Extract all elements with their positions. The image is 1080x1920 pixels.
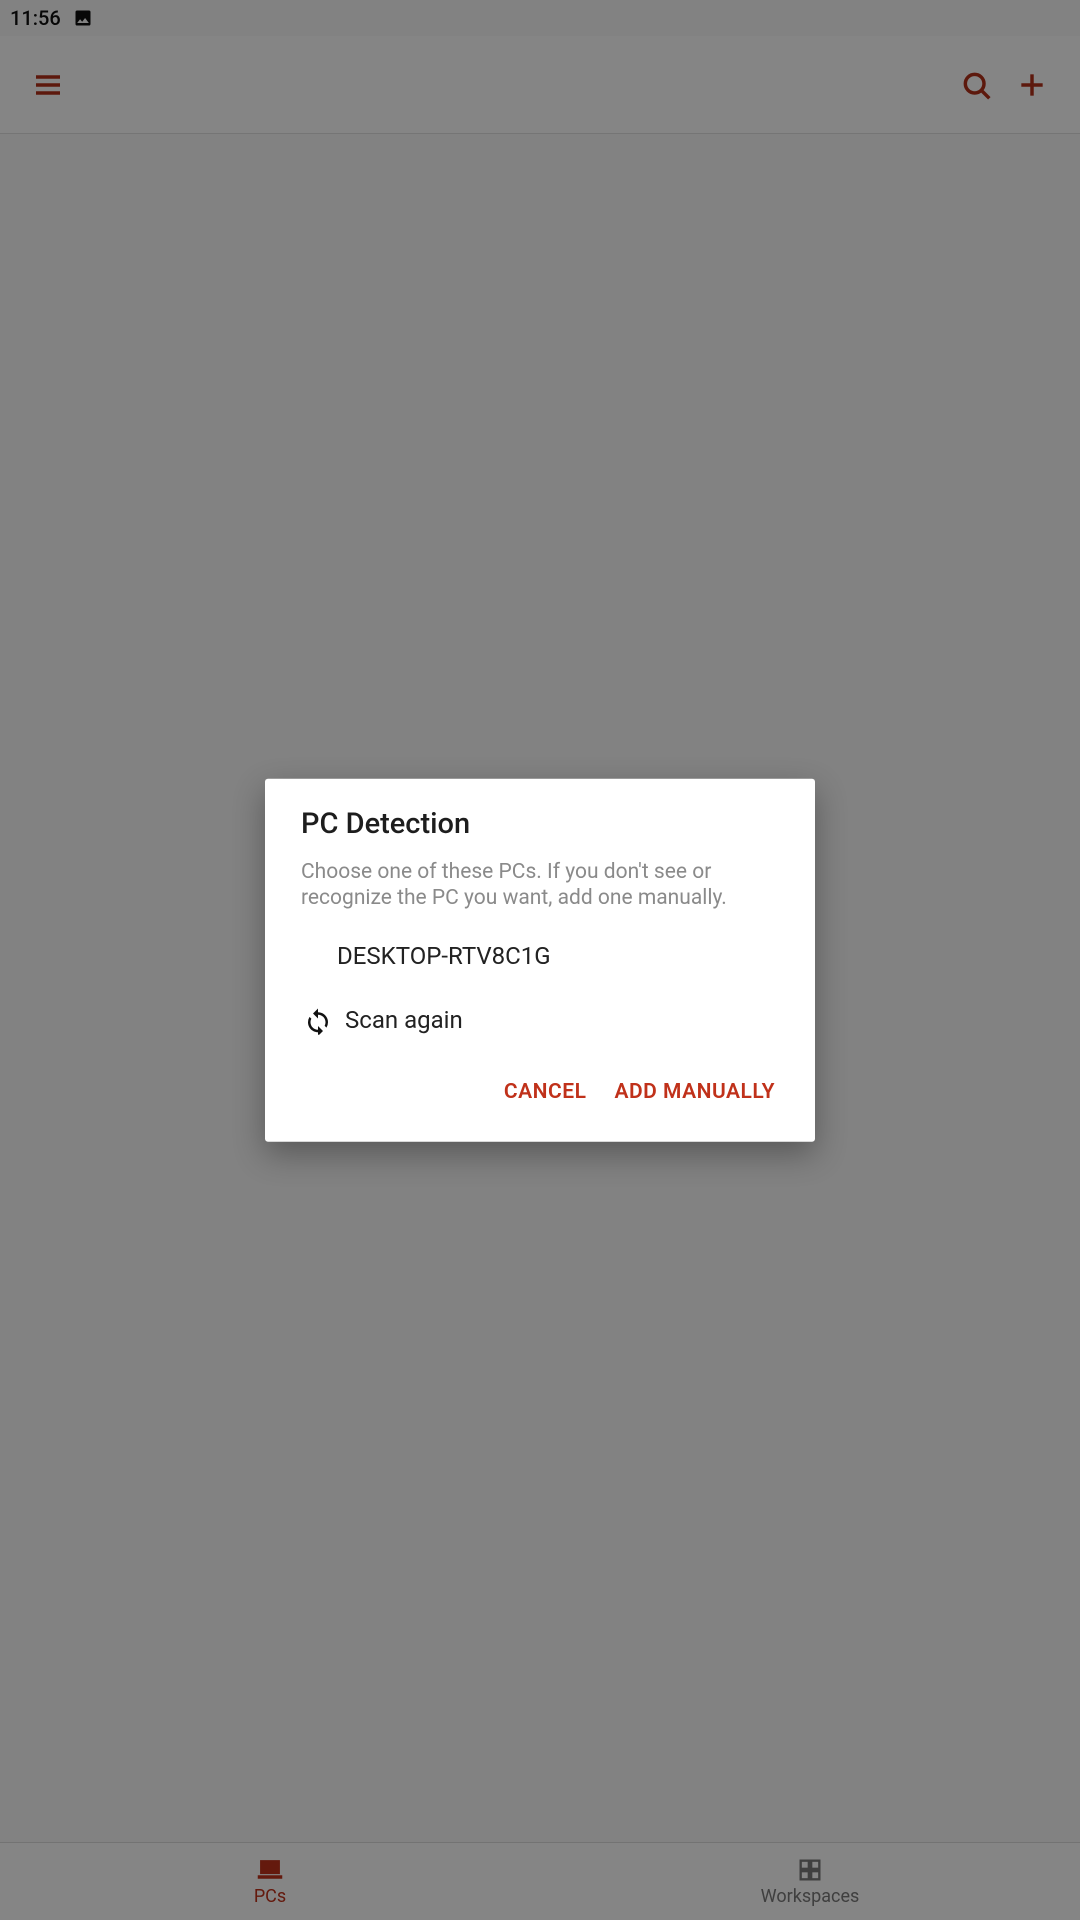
refresh-icon — [301, 1002, 335, 1036]
cancel-button[interactable]: CANCEL — [500, 1069, 591, 1113]
pc-list-item[interactable]: DESKTOP-RTV8C1G — [265, 923, 815, 987]
pc-detection-dialog: PC Detection Choose one of these PCs. If… — [265, 779, 815, 1142]
scan-again-label: Scan again — [345, 1005, 463, 1033]
dialog-title: PC Detection — [265, 807, 815, 851]
dialog-actions: CANCEL ADD MANUALLY — [265, 1051, 815, 1131]
pc-name: DESKTOP-RTV8C1G — [337, 941, 551, 969]
scan-again-row[interactable]: Scan again — [265, 987, 815, 1051]
screen-root: 11:56 PCs Workspaces PC Detection — [0, 0, 1080, 1920]
dialog-subtitle: Choose one of these PCs. If you don't se… — [265, 851, 815, 924]
add-manually-button[interactable]: ADD MANUALLY — [610, 1069, 779, 1113]
